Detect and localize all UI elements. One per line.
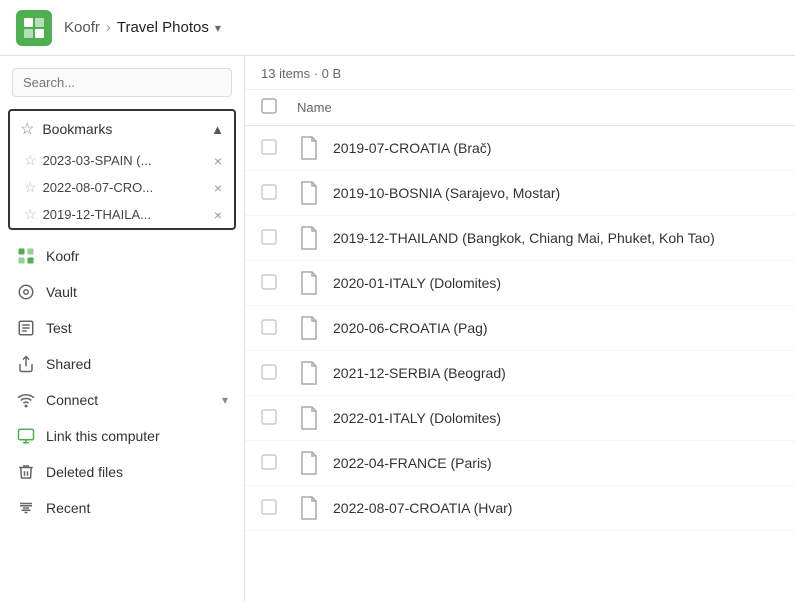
connect-icon: [16, 390, 36, 410]
row-checkbox[interactable]: [261, 499, 285, 518]
sidebar-item-label: Vault: [46, 284, 228, 300]
deleted-files-icon: [16, 462, 36, 482]
breadcrumb: Koofr › Travel Photos ▾: [64, 19, 221, 36]
sidebar-item-link-computer[interactable]: Link this computer: [4, 419, 240, 453]
row-checkbox[interactable]: [261, 229, 285, 248]
file-name: 2019-07-CROATIA (Brač): [333, 140, 491, 156]
test-icon: [16, 318, 36, 338]
file-name: 2022-08-07-CROATIA (Hvar): [333, 500, 512, 516]
sidebar: ☆ Bookmarks ▲ ☆ 2023-03-SPAIN (... × ☆ 2…: [0, 56, 245, 601]
table-row[interactable]: 2020-01-ITALY (Dolomites): [245, 261, 795, 306]
file-name: 2019-12-THAILAND (Bangkok, Chiang Mai, P…: [333, 230, 715, 246]
connect-arrow-icon: ▾: [222, 393, 228, 407]
row-checkbox[interactable]: [261, 319, 285, 338]
select-all-checkbox[interactable]: [261, 98, 285, 117]
table-row[interactable]: 2021-12-SERBIA (Beograd): [245, 351, 795, 396]
folder-icon: [297, 179, 321, 207]
bookmark-name: 2023-03-SPAIN (...: [43, 153, 206, 168]
row-checkbox[interactable]: [261, 139, 285, 158]
file-list-header: Name: [245, 90, 795, 126]
sidebar-item-label: Shared: [46, 356, 228, 372]
sidebar-item-recent[interactable]: Recent: [4, 491, 240, 525]
row-checkbox[interactable]: [261, 184, 285, 203]
bookmarks-section: ☆ Bookmarks ▲ ☆ 2023-03-SPAIN (... × ☆ 2…: [8, 109, 236, 230]
vault-icon: [16, 282, 36, 302]
table-row[interactable]: 2022-04-FRANCE (Paris): [245, 441, 795, 486]
column-name: Name: [297, 100, 779, 115]
sidebar-item-label: Deleted files: [46, 464, 228, 480]
list-item[interactable]: ☆ 2019-12-THAILA... ×: [10, 201, 234, 228]
bookmarks-label: Bookmarks: [42, 121, 112, 137]
sidebar-item-label: Recent: [46, 500, 228, 516]
table-row[interactable]: 2020-06-CROATIA (Pag): [245, 306, 795, 351]
app-header: Koofr › Travel Photos ▾: [0, 0, 795, 56]
row-checkbox[interactable]: [261, 274, 285, 293]
breadcrumb-root[interactable]: Koofr: [64, 19, 100, 36]
folder-icon: [297, 224, 321, 252]
bookmarks-star-icon: ☆: [20, 119, 34, 139]
file-name: 2022-01-ITALY (Dolomites): [333, 410, 501, 426]
bookmark-close-icon[interactable]: ×: [212, 207, 224, 223]
bookmarks-header[interactable]: ☆ Bookmarks ▲: [10, 111, 234, 147]
folder-icon: [297, 449, 321, 477]
content-header: 13 items · 0 B: [245, 56, 795, 90]
sidebar-item-shared[interactable]: Shared: [4, 347, 240, 381]
sidebar-item-deleted-files[interactable]: Deleted files: [4, 455, 240, 489]
row-checkbox[interactable]: [261, 454, 285, 473]
recent-icon: [16, 498, 36, 518]
file-name: 2020-06-CROATIA (Pag): [333, 320, 488, 336]
table-row[interactable]: 2019-07-CROATIA (Brač): [245, 126, 795, 171]
bookmark-close-icon[interactable]: ×: [212, 153, 224, 169]
list-item[interactable]: ☆ 2022-08-07-CRO... ×: [10, 174, 234, 201]
breadcrumb-separator: ›: [106, 19, 111, 36]
folder-icon: [297, 494, 321, 522]
folder-icon: [297, 404, 321, 432]
file-name: 2022-04-FRANCE (Paris): [333, 455, 492, 471]
list-item[interactable]: ☆ 2023-03-SPAIN (... ×: [10, 147, 234, 174]
bookmark-name: 2019-12-THAILA...: [43, 207, 206, 222]
sidebar-item-koofr[interactable]: Koofr: [4, 239, 240, 273]
file-name: 2021-12-SERBIA (Beograd): [333, 365, 506, 381]
table-row[interactable]: 2022-01-ITALY (Dolomites): [245, 396, 795, 441]
link-computer-icon: [16, 426, 36, 446]
table-row[interactable]: 2019-12-THAILAND (Bangkok, Chiang Mai, P…: [245, 216, 795, 261]
sidebar-item-label: Connect: [46, 392, 212, 408]
bookmark-star-icon: ☆: [24, 206, 37, 223]
folder-icon: [297, 359, 321, 387]
sidebar-item-label: Link this computer: [46, 428, 228, 444]
bookmark-star-icon: ☆: [24, 152, 37, 169]
table-row[interactable]: 2019-10-BOSNIA (Sarajevo, Mostar): [245, 171, 795, 216]
file-name: 2020-01-ITALY (Dolomites): [333, 275, 501, 291]
bookmark-star-icon: ☆: [24, 179, 37, 196]
bookmark-name: 2022-08-07-CRO...: [43, 180, 206, 195]
koofr-icon: [16, 246, 36, 266]
app-logo: [16, 10, 52, 46]
row-checkbox[interactable]: [261, 409, 285, 428]
row-checkbox[interactable]: [261, 364, 285, 383]
sidebar-item-vault[interactable]: Vault: [4, 275, 240, 309]
shared-icon: [16, 354, 36, 374]
bookmarks-chevron-icon: ▲: [211, 122, 224, 137]
search-input[interactable]: [12, 68, 232, 97]
sidebar-item-test[interactable]: Test: [4, 311, 240, 345]
main-layout: ☆ Bookmarks ▲ ☆ 2023-03-SPAIN (... × ☆ 2…: [0, 56, 795, 601]
sidebar-item-label: Koofr: [46, 248, 228, 264]
folder-icon: [297, 314, 321, 342]
breadcrumb-current: Travel Photos: [117, 19, 209, 36]
sidebar-item-label: Test: [46, 320, 228, 336]
bookmark-close-icon[interactable]: ×: [212, 180, 224, 196]
table-row[interactable]: 2022-08-07-CROATIA (Hvar): [245, 486, 795, 531]
folder-icon: [297, 269, 321, 297]
folder-icon: [297, 134, 321, 162]
item-count: 13 items · 0 B: [261, 66, 341, 81]
file-name: 2019-10-BOSNIA (Sarajevo, Mostar): [333, 185, 560, 201]
breadcrumb-dropdown-arrow[interactable]: ▾: [215, 21, 221, 35]
search-box: [0, 56, 244, 105]
content-area: 13 items · 0 B Name 2019-07-CROATIA (Bra…: [245, 56, 795, 601]
sidebar-item-connect[interactable]: Connect ▾: [4, 383, 240, 417]
